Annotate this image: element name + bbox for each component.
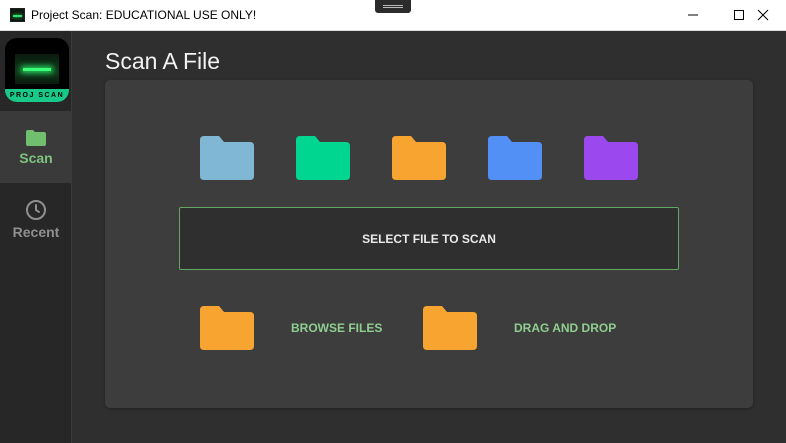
folder-icon bbox=[26, 129, 46, 146]
scan-card: SELECT FILE TO SCAN BROWSE FILES DRAG AN… bbox=[105, 80, 753, 408]
drag-and-drop-folder-icon[interactable] bbox=[423, 306, 477, 350]
folder-icon bbox=[200, 136, 254, 180]
folder-icon bbox=[488, 136, 542, 180]
app-logo: PROJ SCAN bbox=[5, 38, 69, 102]
minimize-icon bbox=[688, 14, 698, 16]
sidebar-item-scan[interactable]: Scan bbox=[0, 111, 72, 183]
close-icon bbox=[757, 9, 769, 21]
browse-files-folder-icon[interactable] bbox=[200, 306, 254, 350]
select-file-button[interactable]: SELECT FILE TO SCAN bbox=[179, 207, 679, 270]
close-button[interactable] bbox=[740, 0, 786, 30]
window-title: Project Scan: EDUCATIONAL USE ONLY! bbox=[31, 8, 257, 22]
title-bar[interactable]: Project Scan: EDUCATIONAL USE ONLY! bbox=[0, 0, 786, 31]
folder-icon bbox=[584, 136, 638, 180]
browse-files-button[interactable]: BROWSE FILES bbox=[291, 321, 382, 335]
sidebar-item-label: Recent bbox=[12, 223, 60, 240]
logo-text: PROJ SCAN bbox=[5, 89, 69, 102]
drag-and-drop-button[interactable]: DRAG AND DROP bbox=[514, 321, 616, 335]
folder-icon bbox=[392, 136, 446, 180]
sidebar: PROJ SCAN Scan Recent bbox=[0, 31, 72, 443]
sidebar-item-label: Scan bbox=[19, 149, 53, 166]
logo-screen-graphic bbox=[15, 54, 59, 84]
page-title: Scan A File bbox=[105, 48, 221, 74]
minimize-button[interactable] bbox=[670, 0, 716, 30]
app-icon bbox=[10, 8, 25, 22]
drag-handle[interactable] bbox=[375, 0, 411, 13]
clock-icon bbox=[26, 199, 46, 220]
folder-icon bbox=[296, 136, 350, 180]
sidebar-item-recent[interactable]: Recent bbox=[0, 183, 72, 255]
